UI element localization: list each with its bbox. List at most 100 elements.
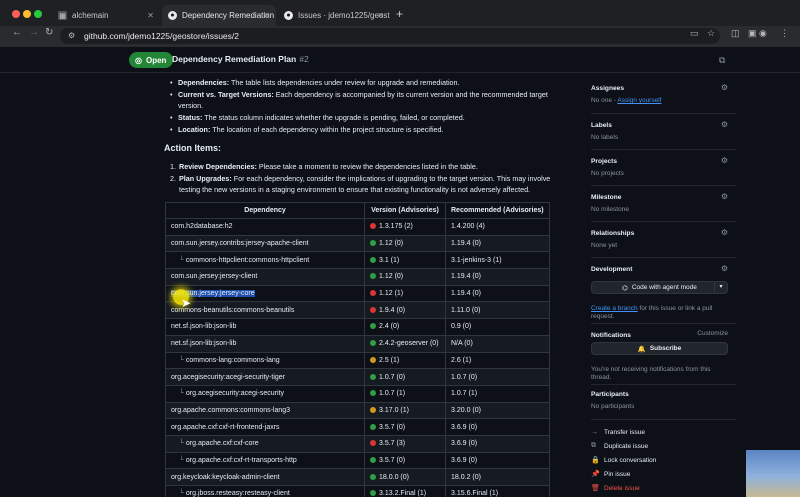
pin-issue-action[interactable]: 📌 Pin issue [591, 467, 736, 481]
dependency-name: com.sun.jersey.contribs:jersey-apache-cl… [171, 240, 309, 248]
status-red-icon [370, 306, 376, 313]
dependency-cell: org.apache.commons:commons-lang3 [165, 401, 365, 420]
status-green-icon [370, 273, 376, 280]
close-tab-icon[interactable]: ✕ [263, 11, 270, 20]
extensions-icon[interactable]: ▣ [748, 28, 757, 39]
chevron-down-icon[interactable]: ▾ [714, 282, 727, 293]
recommended-cell: 3.6.9 (0) [445, 451, 550, 470]
projects-label: Projects [591, 158, 618, 165]
profile-icon[interactable]: ◉ [759, 28, 767, 39]
dependency-table: Dependency Version (Advisories) Recommen… [165, 202, 550, 497]
create-branch-link[interactable]: Create a branch [591, 305, 638, 312]
dependency-cell: commons-beanutils:commons-beanutils [165, 301, 365, 320]
gear-icon[interactable]: ⚙ [721, 120, 728, 129]
transfer-issue-action[interactable]: → Transfer issue [591, 425, 736, 439]
delete-issue-action[interactable]: 🗑 Delete issue [591, 481, 736, 495]
version-cell: 1.12 (1) [364, 284, 446, 303]
issue-state-label: Open [145, 55, 167, 65]
new-tab-button[interactable]: + [396, 7, 403, 21]
version-value: 3.5.7 (0) [379, 456, 406, 464]
table-row: org.apache.cxf:cxf-core 3.5.7 (3) 3.6.9 (0… [165, 434, 550, 453]
version-cell: 2.5 (1) [364, 351, 446, 370]
status-green-icon [370, 490, 376, 497]
sidebar-icon[interactable]: ◫ [731, 28, 740, 39]
status-orange-icon [370, 356, 376, 363]
dependency-name: org.apache.cxf:cxf-core [171, 440, 259, 447]
column-header-recommended: Recommended (Advisories) [445, 202, 550, 219]
table-row: net.sf.json-lib:json-lib 2.4 (0) 0.9 (0) [165, 318, 550, 336]
version-value: 3.1 (1) [379, 256, 400, 264]
alchemain-favicon-icon: ▦ [58, 11, 67, 20]
table-row: org.keycloak:keycloak-admin-client 18.0.0… [165, 468, 550, 486]
divider [591, 149, 736, 150]
gear-icon[interactable]: ⚙ [721, 83, 728, 92]
version-value: 2.5 (1) [379, 356, 400, 364]
dependency-cell: commons-httpclient:commons-httpclient [165, 251, 365, 270]
assignees-value: No one - Assign yourself [591, 97, 662, 104]
version-cell: 3.13.2.Final (1) [364, 485, 446, 497]
tab-alchemain[interactable]: ▦ alchemain ✕ [52, 5, 160, 26]
lock-conversation-action[interactable]: 🔒 Lock conversation [591, 453, 736, 467]
list-item: Status: The status column indicates whet… [170, 112, 560, 123]
dependency-cell: org.jboss.resteasy:resteasy-client [165, 485, 365, 497]
version-value: 1.3.175 (2) [379, 223, 413, 231]
dependency-name: org.acegisecurity:acegi-security-tiger [171, 373, 285, 381]
duplicate-issue-action[interactable]: ⧉ Duplicate issue [591, 439, 736, 453]
code-with-agent-button[interactable]: ⌬ Code with agent mode ▾ [591, 281, 728, 294]
cast-icon[interactable]: ▭ [690, 28, 699, 39]
dependency-name: commons-lang:commons-lang [171, 357, 280, 364]
bookmark-star-icon[interactable]: ☆ [707, 28, 715, 39]
assign-yourself-link[interactable]: Assign yourself [617, 97, 661, 104]
recommended-cell: 3.1-jenkins-3 (1) [445, 251, 550, 270]
issue-title: Dependency Remediation Plan #2 [172, 54, 309, 64]
version-cell: 1.3.175 (2) [364, 218, 446, 236]
subscribe-button[interactable]: 🔔 Subscribe [591, 342, 728, 355]
table-row: com.sun.jersey.contribs:jersey-apache-cl… [165, 234, 550, 253]
assignees-label: Assignees [591, 85, 624, 92]
dependency-name: org.apache.commons:commons-lang3 [171, 406, 291, 414]
dependency-cell: org.apache.cxf:cxf-rt-frontend-jaxrs [165, 418, 365, 436]
recommended-cell: 3.6.9 (0) [445, 418, 550, 436]
divider [591, 257, 736, 258]
tab-issues[interactable]: ● Issues · jdemo1225/geostore ✕ [278, 5, 390, 26]
table-row: net.sf.json-lib:json-lib 2.4.2-geoserver … [165, 334, 550, 353]
version-cell: 2.4.2-geoserver (0) [364, 334, 446, 353]
dependency-name: com.sun.jersey:jersey-client [171, 273, 258, 281]
customize-link[interactable]: Customize [697, 330, 728, 337]
gear-icon[interactable]: ⚙ [721, 228, 728, 237]
gear-icon[interactable]: ⚙ [721, 156, 728, 165]
forward-icon[interactable]: → [29, 27, 39, 38]
development-section: Development ⚙ ⌬ Code with agent mode ▾ C… [591, 264, 736, 320]
issue-number: #2 [299, 54, 309, 64]
gear-icon[interactable]: ⚙ [721, 264, 728, 273]
copy-icon[interactable]: ⧉ [719, 55, 725, 66]
address-bar[interactable]: ⚙ github.com/jdemo1225/geostore/issues/2 [60, 28, 720, 44]
recommended-cell: 1.19.4 (0) [445, 268, 550, 286]
version-value: 2.4.2-geoserver (0) [379, 340, 439, 348]
recommended-cell: 18.0.2 (0) [445, 468, 550, 486]
close-tab-icon[interactable]: ✕ [147, 11, 154, 20]
version-cell: 3.17.0 (1) [364, 401, 446, 420]
dependency-cell: org.apache.cxf:cxf-core [165, 434, 365, 453]
relationships-section: Relationships ⚙ None yet [591, 228, 736, 249]
version-value: 3.5.7 (0) [379, 423, 406, 431]
maximize-window-button[interactable] [34, 10, 42, 18]
dependency-cell: org.acegisecurity:acegi-security [165, 384, 365, 403]
menu-icon[interactable]: ⋮ [780, 28, 789, 39]
version-cell: 18.0.0 (0) [364, 468, 446, 486]
back-icon[interactable]: ← [12, 27, 22, 38]
status-red-icon [370, 290, 376, 297]
close-window-button[interactable] [12, 10, 20, 18]
milestone-label: Milestone [591, 194, 622, 201]
bell-icon: 🔔 [637, 345, 646, 353]
divider [591, 323, 736, 324]
participants-label: Participants [591, 391, 629, 398]
status-orange-icon [370, 406, 376, 413]
site-info-icon[interactable]: ⚙ [68, 31, 75, 40]
minimize-window-button[interactable] [23, 10, 31, 18]
gear-icon[interactable]: ⚙ [721, 192, 728, 201]
status-green-icon [370, 323, 376, 330]
reload-icon[interactable]: ↻ [45, 27, 53, 38]
tab-dependency-remediation[interactable]: ● Dependency Remediation Pla ✕ [162, 5, 276, 26]
close-tab-icon[interactable]: ✕ [377, 11, 384, 20]
